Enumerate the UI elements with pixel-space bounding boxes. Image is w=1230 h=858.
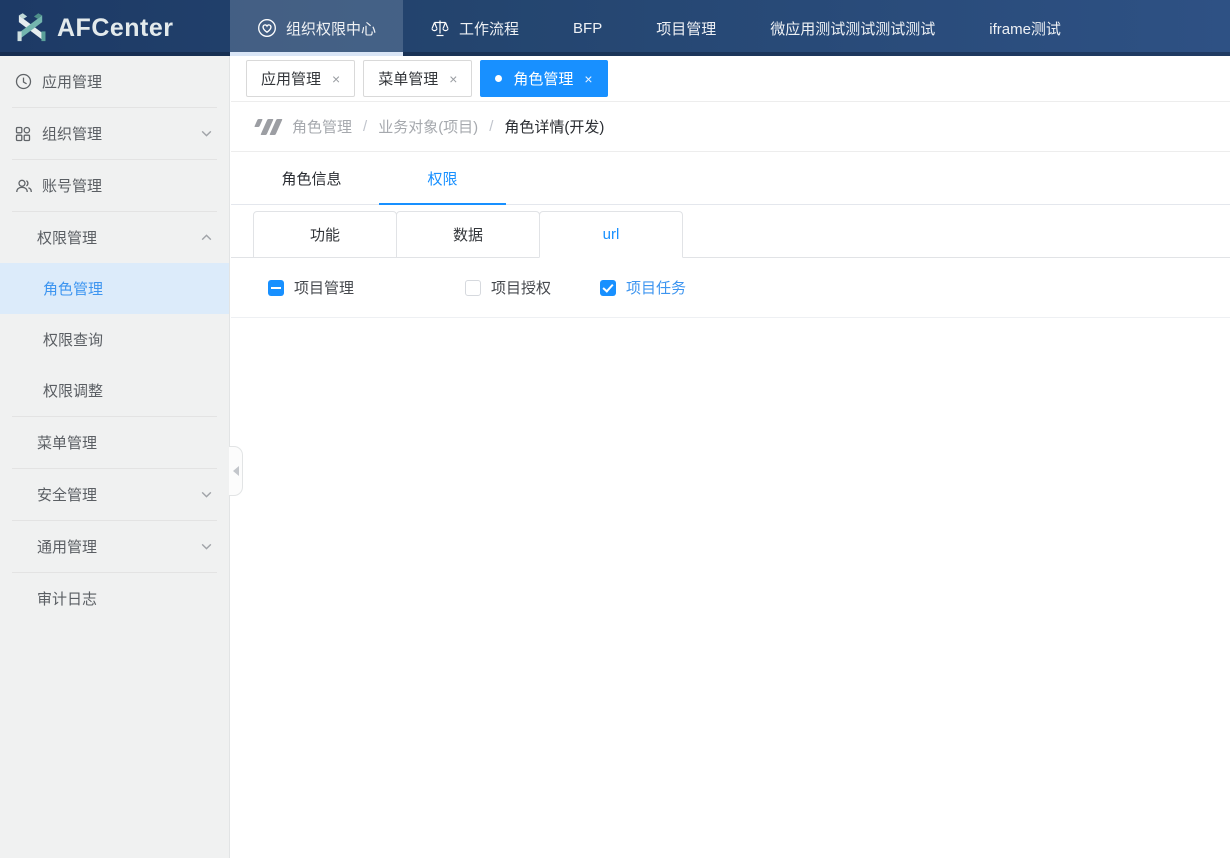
- nav-item-label: 工作流程: [459, 18, 519, 39]
- role-detail-tabs: 角色信息 权限: [231, 152, 1230, 205]
- tab-url-permission[interactable]: url: [539, 211, 683, 258]
- tab-data-permission[interactable]: 数据: [396, 211, 540, 258]
- checkbox-item-project-authorization[interactable]: 项目授权: [465, 277, 600, 298]
- checkbox-unchecked[interactable]: [465, 280, 481, 296]
- nav-item-label: 微应用测试测试测试测试: [770, 18, 935, 39]
- breadcrumb-separator: /: [489, 118, 493, 135]
- sidebar-item-permission-query[interactable]: 权限查询: [0, 314, 229, 365]
- chevron-up-icon: [200, 231, 213, 244]
- checkbox-item-project-management[interactable]: 项目管理: [268, 277, 465, 298]
- main-content: 应用管理 × 菜单管理 × 角色管理 × 角色管理 / 业务对象(项目) / 角…: [231, 56, 1230, 858]
- sidebar-item-label: 账号管理: [42, 175, 213, 196]
- checkbox-label: 项目任务: [626, 277, 686, 298]
- scale-icon: [430, 18, 450, 38]
- sidebar-item-label: 权限管理: [37, 227, 200, 248]
- tab-role-info[interactable]: 角色信息: [246, 152, 377, 204]
- workspace-tab-app-management[interactable]: 应用管理 ×: [246, 60, 355, 97]
- breadcrumb-business-object[interactable]: 业务对象(项目): [378, 116, 478, 137]
- close-icon[interactable]: ×: [449, 72, 457, 86]
- tab-permission[interactable]: 权限: [377, 152, 508, 204]
- nav-item-label: 组织权限中心: [286, 18, 376, 39]
- sidebar-item-app-management[interactable]: 应用管理: [0, 56, 229, 107]
- workspace-tab-menu-management[interactable]: 菜单管理 ×: [363, 60, 472, 97]
- logo[interactable]: AFCenter: [0, 0, 230, 56]
- checkbox-label: 项目管理: [294, 277, 354, 298]
- sidebar-item-security-management[interactable]: 安全管理: [0, 469, 229, 520]
- clock-icon: [15, 73, 33, 90]
- nav-item-label: 项目管理: [656, 18, 716, 39]
- sidebar-item-permission-adjust[interactable]: 权限调整: [0, 365, 229, 416]
- close-icon[interactable]: ×: [332, 72, 340, 86]
- tab-label: 菜单管理: [378, 68, 438, 89]
- nav-item-org-permission-center[interactable]: 组织权限中心: [230, 0, 403, 56]
- sidebar-item-label: 审计日志: [37, 588, 213, 609]
- chevron-down-icon: [200, 127, 213, 140]
- nav-item-microapp-test[interactable]: 微应用测试测试测试测试: [743, 0, 962, 56]
- tab-function-permission[interactable]: 功能: [253, 211, 397, 258]
- active-dot-icon: [495, 75, 502, 82]
- sidebar-item-menu-management[interactable]: 菜单管理: [0, 417, 229, 468]
- sidebar-item-label: 菜单管理: [37, 432, 213, 453]
- sidebar-item-label: 角色管理: [43, 278, 213, 299]
- sidebar-item-role-management[interactable]: 角色管理: [0, 263, 229, 314]
- sidebar-item-permission-management[interactable]: 权限管理: [0, 212, 229, 263]
- chevron-down-icon: [200, 488, 213, 501]
- tab-label: url: [603, 226, 620, 243]
- permission-type-tabs: 功能 数据 url: [231, 205, 1230, 258]
- tab-label: 功能: [310, 224, 340, 245]
- nav-item-label: iframe测试: [989, 18, 1061, 39]
- nav-item-label: BFP: [573, 20, 602, 37]
- checkbox-item-project-task[interactable]: 项目任务: [600, 277, 686, 298]
- sidebar-item-audit-log[interactable]: 审计日志: [0, 573, 229, 624]
- sidebar-item-account-management[interactable]: 账号管理: [0, 160, 229, 211]
- sidebar-item-common-management[interactable]: 通用管理: [0, 521, 229, 572]
- sidebar-item-label: 应用管理: [42, 71, 213, 92]
- close-icon[interactable]: ×: [584, 72, 592, 86]
- sidebar-item-label: 权限查询: [43, 329, 213, 350]
- sidebar-item-label: 安全管理: [37, 484, 200, 505]
- sidebar-item-org-management[interactable]: 组织管理: [0, 108, 229, 159]
- checkbox-label: 项目授权: [491, 277, 551, 298]
- app-title: AFCenter: [57, 14, 174, 43]
- sidebar: 应用管理 组织管理 账号管理 权限管理: [0, 56, 230, 858]
- tab-label: 数据: [453, 224, 483, 245]
- logo-icon: [15, 10, 48, 46]
- nav-item-iframe-test[interactable]: iframe测试: [962, 0, 1088, 56]
- sidebar-item-label: 权限调整: [43, 380, 213, 401]
- breadcrumb-role-detail: 角色详情(开发): [504, 116, 604, 137]
- sidebar-item-label: 组织管理: [42, 123, 200, 144]
- nav-item-bfp[interactable]: BFP: [546, 0, 629, 56]
- tab-label: 应用管理: [261, 68, 321, 89]
- top-navigation: 组织权限中心 工作流程 BFP 项目管理 微应用测试测试测试测试: [230, 0, 1230, 56]
- checkbox-checked[interactable]: [600, 280, 616, 296]
- breadcrumb-slashes-icon: [256, 119, 279, 135]
- heart-shield-icon: [257, 18, 277, 38]
- chevron-down-icon: [200, 540, 213, 553]
- grid-icon: [15, 126, 33, 142]
- nav-item-project-management[interactable]: 项目管理: [629, 0, 743, 56]
- app-header: AFCenter 组织权限中心: [0, 0, 1230, 56]
- workspace-tabbar: 应用管理 × 菜单管理 × 角色管理 ×: [231, 56, 1230, 102]
- nav-item-workflow[interactable]: 工作流程: [403, 0, 546, 56]
- tab-label: 角色信息: [281, 168, 341, 189]
- tab-label: 权限: [427, 168, 457, 189]
- url-permission-list: 项目管理 项目授权 项目任务: [231, 258, 1230, 318]
- breadcrumb-role-management[interactable]: 角色管理: [292, 116, 352, 137]
- workspace-tab-role-management[interactable]: 角色管理 ×: [480, 60, 607, 97]
- users-icon: [15, 178, 33, 194]
- triangle-left-icon: [233, 466, 239, 476]
- breadcrumb: 角色管理 / 业务对象(项目) / 角色详情(开发): [231, 102, 1230, 152]
- sidebar-collapse-handle[interactable]: [229, 446, 243, 496]
- tab-label: 角色管理: [513, 68, 573, 89]
- sidebar-item-label: 通用管理: [37, 536, 200, 557]
- checkbox-indeterminate[interactable]: [268, 280, 284, 296]
- breadcrumb-separator: /: [363, 118, 367, 135]
